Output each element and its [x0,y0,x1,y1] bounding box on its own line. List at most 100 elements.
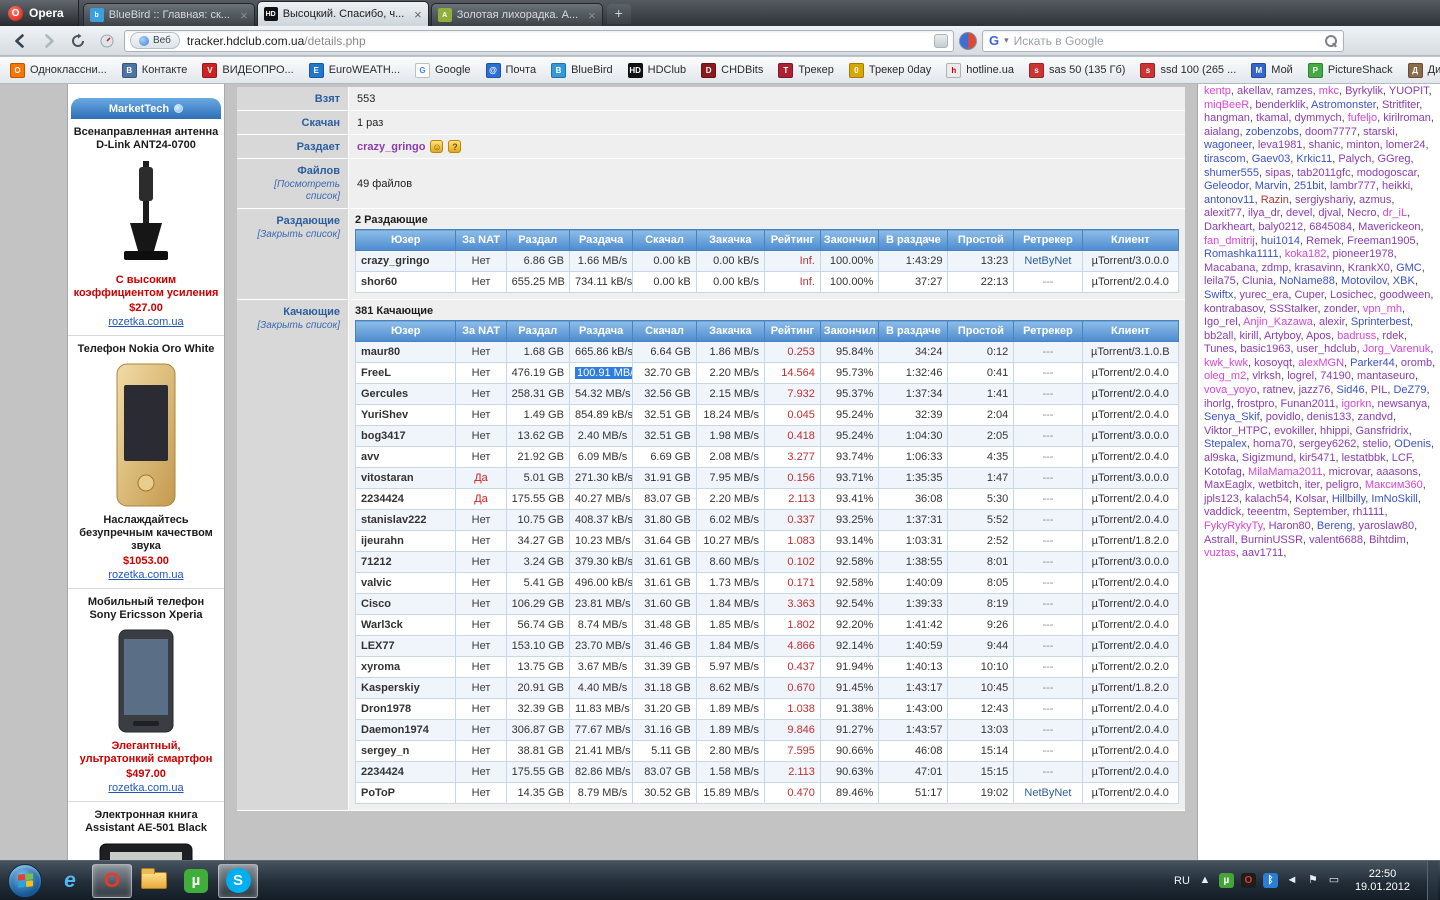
user-link[interactable]: Stepalex [1204,438,1247,450]
user-link[interactable]: microvar [1329,466,1371,478]
user-link[interactable]: antonov11 [1204,194,1255,206]
user-link[interactable]: shumer555 [1204,167,1259,179]
back-button[interactable] [8,29,32,53]
user-link[interactable]: rdek [1382,330,1403,342]
user-link[interactable]: Razin [1261,194,1289,206]
user-link[interactable]: akellav [1237,85,1270,97]
user-link[interactable]: koka182 [1285,248,1327,260]
close-seeders-list-link[interactable]: [Закрыть список] [245,229,340,241]
user-link[interactable]: badruss [1337,330,1376,342]
bookmark-item[interactable]: OОдноклассни... [10,63,107,78]
user-link[interactable]: 6845084 [1309,221,1352,233]
security-badge[interactable]: Веб [130,32,180,49]
user-link[interactable]: GGreg [1378,153,1411,165]
opera-menu-button[interactable]: O Opera [0,0,79,26]
peer-user-link[interactable]: xyroma [356,657,456,678]
user-link[interactable]: Cuper [1295,289,1324,301]
user-link[interactable]: BurninUSSR [1241,534,1303,546]
peer-user-link[interactable]: 71212 [356,552,456,573]
taskbar-clock[interactable]: 22:50 19.01.2012 [1349,868,1419,894]
column-header[interactable]: Раздал [506,321,569,342]
user-link[interactable]: PIL [1371,384,1388,396]
user-link[interactable]: alexMGN [1298,357,1344,369]
peer-user-link[interactable]: Gercules [356,384,456,405]
user-link[interactable]: evokiller [1274,425,1314,437]
user-link[interactable]: heikki [1382,180,1410,192]
user-link[interactable]: igorkn [1341,398,1371,410]
network-tray-icon[interactable]: ▭ [1327,873,1341,888]
user-link[interactable]: Kolsar [1295,493,1326,505]
tab-close-icon[interactable]: × [240,9,248,22]
user-link[interactable]: Haron80 [1269,520,1311,532]
user-link[interactable]: sergey6262 [1299,438,1357,450]
peer-user-link[interactable]: bog3417 [356,426,456,447]
browser-tab[interactable]: AЗолотая лихорадка. А...× [431,3,603,26]
reload-button[interactable] [66,29,90,53]
user-link[interactable]: baly0212 [1258,221,1303,233]
column-header[interactable]: Раздача [569,321,632,342]
user-link[interactable]: Hillbilly [1332,493,1365,505]
column-header[interactable]: Закончил [820,321,878,342]
user-link[interactable]: pioneer1978 [1332,248,1393,260]
column-header[interactable]: Рейтинг [764,321,820,342]
user-link[interactable]: zobenzobs [1246,126,1299,138]
user-link[interactable]: tirascom [1204,153,1246,165]
user-link[interactable]: dymmych [1295,112,1342,124]
user-link[interactable]: ODenis [1394,438,1431,450]
opera-tray-icon[interactable]: O [1241,873,1256,888]
user-link[interactable]: kontrabasov [1204,303,1263,315]
start-button[interactable] [8,864,42,898]
user-link[interactable]: kosoyqt [1254,357,1292,369]
user-link[interactable]: Viktor_HTPC [1204,425,1268,437]
peer-user-link[interactable]: Warl3ck [356,615,456,636]
user-link[interactable]: ramzes [1277,85,1313,97]
user-link[interactable]: DeZ79 [1393,384,1426,396]
user-link[interactable]: ilya_dr [1248,207,1280,219]
user-link[interactable]: krasavinn [1295,262,1342,274]
user-link[interactable]: modogoscar [1357,167,1417,179]
column-header[interactable]: В раздаче [879,230,948,251]
bookmark-item[interactable]: ssas 50 (135 Гб) [1029,63,1125,78]
bookmark-item[interactable]: DCHDBits [701,63,763,78]
column-header[interactable]: Скачал [633,321,696,342]
user-link[interactable]: FykyRykyTy [1204,520,1262,532]
bookmark-item[interactable]: VВИДЕОПРО... [202,63,293,78]
user-link[interactable]: Romashka1111 [1204,248,1279,260]
user-link[interactable]: oromb [1401,357,1432,369]
user-link[interactable]: valent6688 [1309,534,1363,546]
column-header[interactable]: Юзер [356,321,456,342]
user-link[interactable]: Bihtdim [1369,534,1406,546]
peer-user-link[interactable]: crazy_gringo [356,251,456,272]
user-link[interactable]: alexit77 [1204,207,1242,219]
user-link[interactable]: wagoneer [1204,139,1252,151]
user-link[interactable]: Palych [1338,153,1371,165]
user-link[interactable]: Gansfridrix [1355,425,1408,437]
column-header[interactable]: В раздаче [879,321,948,342]
peer-user-link[interactable]: sergey_n [356,741,456,762]
user-link[interactable]: aav1711 [1242,547,1283,559]
browser-tab[interactable]: bBlueBird :: Главная: ск...× [83,3,255,26]
user-link[interactable]: Максим360 [1365,479,1423,491]
user-link[interactable]: Sprinterbest [1351,316,1410,328]
user-link[interactable]: jpls123 [1204,493,1239,505]
user-link[interactable]: Anjin_Kazawa [1243,316,1313,328]
user-link[interactable]: denis133 [1307,411,1352,423]
user-link[interactable]: zandvd [1358,411,1393,423]
user-link[interactable]: Marvin [1255,180,1288,192]
page-action-icon[interactable] [934,34,948,48]
search-engine-dropdown-icon[interactable]: ▾ [1004,35,1009,46]
user-link[interactable]: Necro [1347,207,1376,219]
user-link[interactable]: Stritfiter [1382,99,1419,111]
bookmark-item[interactable]: ВКонтакте [122,63,188,78]
opera-taskbar-icon[interactable]: O [92,864,132,898]
user-link[interactable]: Igo_rel [1204,316,1238,328]
user-link[interactable]: frostpro [1237,398,1274,410]
opera-link-icon[interactable] [959,32,977,50]
peer-user-link[interactable]: ijeurahn [356,531,456,552]
bookmark-item[interactable]: sssd 100 (265 ... [1140,63,1236,78]
user-link[interactable]: Macabana [1204,262,1255,274]
user-link[interactable]: KrankX0 [1348,262,1390,274]
user-link[interactable]: XBK [1393,275,1415,287]
column-header[interactable]: За NAT [456,321,506,342]
bookmark-item[interactable]: BBlueBird [551,63,613,78]
